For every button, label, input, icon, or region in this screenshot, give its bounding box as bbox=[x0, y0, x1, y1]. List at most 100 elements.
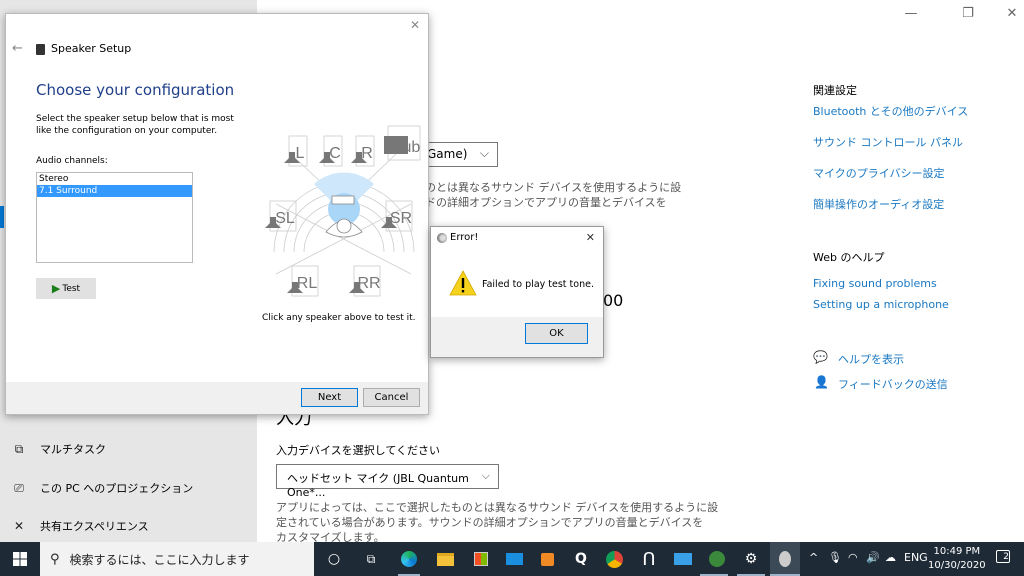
input-device-label: 入力デバイスを選択してください bbox=[276, 444, 441, 457]
speaker-label: SR bbox=[390, 210, 412, 227]
link-feedback[interactable]: フィードバックの送信 bbox=[838, 376, 948, 392]
minimize-button[interactable]: — bbox=[901, 6, 921, 21]
show-hidden-icons-chevron[interactable]: ^ bbox=[809, 551, 818, 564]
taskbar: ⚲ 検索するには、ここに入力します ○ ⧉ Q ᑎ ⚙ ^ 🎙 ◠ 🔊 ☁ EN… bbox=[0, 542, 1024, 576]
mail-icon[interactable] bbox=[503, 548, 525, 570]
edge-icon[interactable] bbox=[398, 548, 420, 570]
close-icon[interactable]: ✕ bbox=[586, 231, 595, 244]
date: 10/30/2020 bbox=[928, 560, 986, 571]
store-icon[interactable] bbox=[470, 548, 492, 570]
play-icon: ▶ bbox=[51, 282, 61, 295]
close-window-button[interactable]: ✕ bbox=[1002, 6, 1022, 21]
speaker-label: L bbox=[296, 145, 305, 162]
restore-button[interactable]: ❐ bbox=[958, 6, 978, 21]
language-indicator[interactable]: ENG bbox=[904, 551, 928, 564]
notification-center-icon[interactable]: 2 bbox=[996, 549, 1010, 563]
windows-logo-icon bbox=[13, 552, 27, 566]
feedback-icon: 👤 bbox=[814, 375, 829, 389]
input-device-dropdown[interactable]: ヘッドセット マイク (JBL Quantum One*... ⌵ bbox=[276, 464, 499, 499]
link-fixing-sound[interactable]: Fixing sound problems bbox=[813, 277, 937, 290]
speaker-l[interactable]: L bbox=[284, 135, 308, 167]
input-description: アプリによっては、ここで選択したものとは異なるサウンド デバイスを使用するように… bbox=[276, 500, 718, 545]
speaker-label: RR bbox=[357, 275, 380, 292]
volume-icon[interactable]: 🔊 bbox=[866, 551, 880, 564]
related-settings-title: 関連設定 bbox=[813, 84, 857, 97]
error-message: Failed to play test tone. bbox=[482, 279, 594, 290]
output-desc-line: のとは異なるサウンド デバイスを使用するように設 bbox=[425, 181, 682, 194]
speaker-rr[interactable]: RR bbox=[349, 265, 381, 297]
speaker-rl[interactable]: RL bbox=[287, 265, 319, 297]
notification-count: 2 bbox=[996, 550, 1010, 563]
task-view-icon[interactable]: ⧉ bbox=[360, 548, 382, 570]
speaker-app-icon bbox=[437, 233, 447, 243]
error-dialog: Error! ✕ Failed to play test tone. OK bbox=[430, 226, 604, 358]
speaker-r[interactable]: R bbox=[351, 135, 375, 167]
file-explorer-icon[interactable] bbox=[434, 548, 456, 570]
link-bluetooth-devices[interactable]: Bluetooth とその他のデバイス bbox=[813, 103, 968, 119]
close-icon[interactable]: ✕ bbox=[410, 18, 420, 32]
clock[interactable]: 10:49 PM 10/30/2020 bbox=[928, 545, 986, 573]
n-app-icon[interactable]: ᑎ bbox=[638, 548, 660, 570]
channel-option-stereo[interactable]: Stereo bbox=[37, 173, 192, 185]
speaker-label: RL bbox=[297, 275, 318, 292]
volume-value: 00 bbox=[603, 291, 624, 310]
nav-item-label: 共有エクスペリエンス bbox=[40, 520, 149, 533]
nav-item-multitask[interactable]: ⧉ マルチタスク bbox=[10, 437, 106, 461]
speaker-app-icon bbox=[36, 44, 45, 55]
onedrive-icon[interactable]: ☁ bbox=[885, 551, 896, 564]
link-sound-control-panel[interactable]: サウンド コントロール パネル bbox=[813, 134, 963, 150]
start-button[interactable] bbox=[0, 542, 40, 576]
link-get-help[interactable]: ヘルプを表示 bbox=[838, 351, 904, 367]
help-icon: 💬 bbox=[813, 350, 828, 364]
settings-gear-icon[interactable]: ⚙ bbox=[740, 548, 762, 570]
channel-option-7-1-surround[interactable]: 7.1 Surround bbox=[37, 185, 192, 197]
audio-channels-listbox[interactable]: Stereo 7.1 Surround bbox=[36, 172, 193, 263]
dialog-title: Speaker Setup bbox=[51, 42, 132, 55]
speaker-label: R bbox=[361, 145, 373, 162]
game-app-icon[interactable] bbox=[706, 548, 728, 570]
speaker-hint: Click any speaker above to test it. bbox=[262, 313, 416, 323]
chevron-down-icon: ⌵ bbox=[479, 146, 489, 160]
selected-nav-indicator bbox=[0, 206, 4, 228]
chevron-down-icon: ⌵ bbox=[481, 469, 490, 482]
test-button[interactable]: ▶ Test bbox=[36, 278, 96, 299]
audio-channels-label: Audio channels: bbox=[36, 156, 108, 166]
dialog-footer: Next Cancel bbox=[6, 382, 428, 414]
cancel-button[interactable]: Cancel bbox=[363, 388, 420, 407]
link-ease-audio[interactable]: 簡単操作のオーディオ設定 bbox=[813, 196, 944, 212]
search-icon: ⚲ bbox=[50, 551, 60, 567]
input-desc-line: 定されている場合があります。サウンドの詳細オプションでアプリの音量とデバイスを bbox=[276, 516, 704, 529]
warning-icon bbox=[449, 270, 477, 296]
nav-item-projection[interactable]: ⎚ この PC へのプロジェクション bbox=[10, 476, 193, 500]
nav-item-shared-experiences[interactable]: ✕ 共有エクスペリエンス bbox=[10, 514, 149, 538]
speaker-label: C bbox=[329, 145, 341, 162]
link-mic-privacy[interactable]: マイクのプライバシー設定 bbox=[813, 165, 945, 181]
media-player-icon[interactable] bbox=[536, 548, 558, 570]
speaker-sub[interactable]: Sub bbox=[384, 125, 421, 161]
search-placeholder: 検索するには、ここに入力します bbox=[69, 552, 250, 567]
wifi-icon[interactable]: ◠ bbox=[848, 551, 858, 564]
projection-icon: ⎚ bbox=[14, 480, 24, 495]
output-desc-line: ドの詳細オプションでアプリの音量とデバイスを bbox=[425, 196, 667, 209]
dialog-footer: OK bbox=[431, 317, 603, 357]
page-heading: Choose your configuration bbox=[36, 81, 235, 99]
back-arrow-icon[interactable]: ← bbox=[12, 41, 23, 56]
web-help-title: Web のヘルプ bbox=[813, 251, 885, 264]
taskbar-search-box[interactable]: ⚲ 検索するには、ここに入力します bbox=[40, 542, 314, 576]
shared-experiences-icon: ✕ bbox=[13, 519, 25, 533]
microphone-icon[interactable]: 🎙 bbox=[828, 551, 842, 564]
speaker-c[interactable]: C bbox=[319, 135, 343, 167]
chrome-icon[interactable] bbox=[603, 548, 625, 570]
speaker-diagram: L C R Sub SL SR RL RR bbox=[265, 125, 421, 297]
input-desc-line: アプリによっては、ここで選択したものとは異なるサウンド デバイスを使用するように… bbox=[276, 501, 719, 514]
q-app-icon[interactable]: Q bbox=[570, 548, 592, 570]
input-device-value: ヘッドセット マイク (JBL Quantum One*... bbox=[287, 472, 469, 499]
output-description: のとは異なるサウンド デバイスを使用するように設 ドの詳細オプションでアプリの音… bbox=[425, 180, 681, 210]
ok-button[interactable]: OK bbox=[525, 323, 588, 344]
nav-item-label: この PC へのプロジェクション bbox=[40, 482, 194, 495]
next-button[interactable]: Next bbox=[301, 388, 358, 407]
speaker-setup-taskbar-icon[interactable] bbox=[770, 542, 800, 576]
cortana-icon[interactable]: ○ bbox=[323, 548, 345, 570]
link-setup-mic[interactable]: Setting up a microphone bbox=[813, 298, 949, 311]
remote-desktop-icon[interactable] bbox=[672, 548, 694, 570]
